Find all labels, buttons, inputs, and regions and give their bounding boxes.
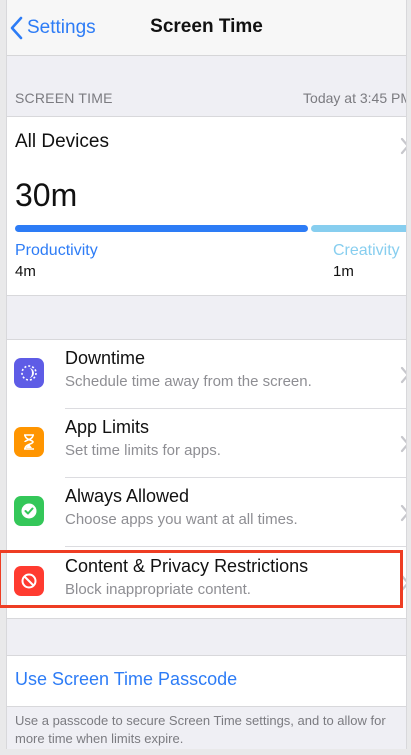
usage-summary-card[interactable]: All Devices 30m Productivity 4m Creativi… (7, 116, 406, 296)
section-label: SCREEN TIME (15, 90, 113, 106)
total-usage: 30m (15, 177, 78, 213)
productivity-value: 4m (15, 263, 36, 280)
list-item-always-allowed[interactable]: Always Allowed Choose apps you want at a… (7, 478, 406, 547)
chevron-right-icon (400, 435, 406, 453)
creativity-label: Creativity (333, 242, 400, 259)
list-item-app-limits[interactable]: App Limits Set time limits for apps. (7, 409, 406, 478)
creativity-value: 1m (333, 263, 354, 280)
timestamp: Today at 3:45 PM (303, 90, 407, 106)
chevron-right-icon (400, 137, 406, 155)
passcode-footer-text: Use a passcode to secure Screen Time set… (15, 713, 386, 746)
downtime-icon (14, 358, 44, 388)
productivity-bar (15, 225, 308, 232)
all-devices-label: All Devices (15, 131, 109, 152)
screen-time-section-header: SCREEN TIME Today at 3:45 PM (7, 90, 406, 110)
passcode-label: Use Screen Time Passcode (15, 669, 238, 689)
divider (65, 546, 406, 547)
list-item-title: App Limits (65, 417, 150, 437)
screen: Settings Screen Time SCREEN TIME Today a… (6, 0, 407, 749)
productivity-label: Productivity (15, 242, 98, 259)
list-item-subtitle: Choose apps you want at all times. (65, 511, 298, 528)
list-item-title: Downtime (65, 348, 146, 368)
list-item-title: Always Allowed (65, 486, 190, 506)
list-item-title: Content & Privacy Restrictions (65, 556, 309, 576)
chevron-right-icon (400, 504, 406, 522)
hourglass-icon (14, 427, 44, 457)
list-item-subtitle: Block inappropriate content. (65, 581, 251, 598)
use-passcode-button[interactable]: Use Screen Time Passcode (7, 655, 406, 707)
list-item-content-privacy-restrictions[interactable]: Content & Privacy Restrictions Block ina… (7, 548, 406, 617)
chevron-right-icon (400, 574, 406, 592)
list-item-subtitle: Schedule time away from the screen. (65, 373, 312, 390)
page-title: Screen Time (150, 16, 263, 37)
checkmark-badge-icon (14, 496, 44, 526)
creativity-bar (311, 225, 406, 232)
list-item-subtitle: Set time limits for apps. (65, 442, 221, 459)
chevron-right-icon (400, 366, 406, 384)
navigation-bar: Settings Screen Time (7, 0, 406, 56)
settings-list: Downtime Schedule time away from the scr… (7, 339, 406, 619)
list-item-downtime[interactable]: Downtime Schedule time away from the scr… (7, 340, 406, 409)
prohibited-icon (14, 566, 44, 596)
